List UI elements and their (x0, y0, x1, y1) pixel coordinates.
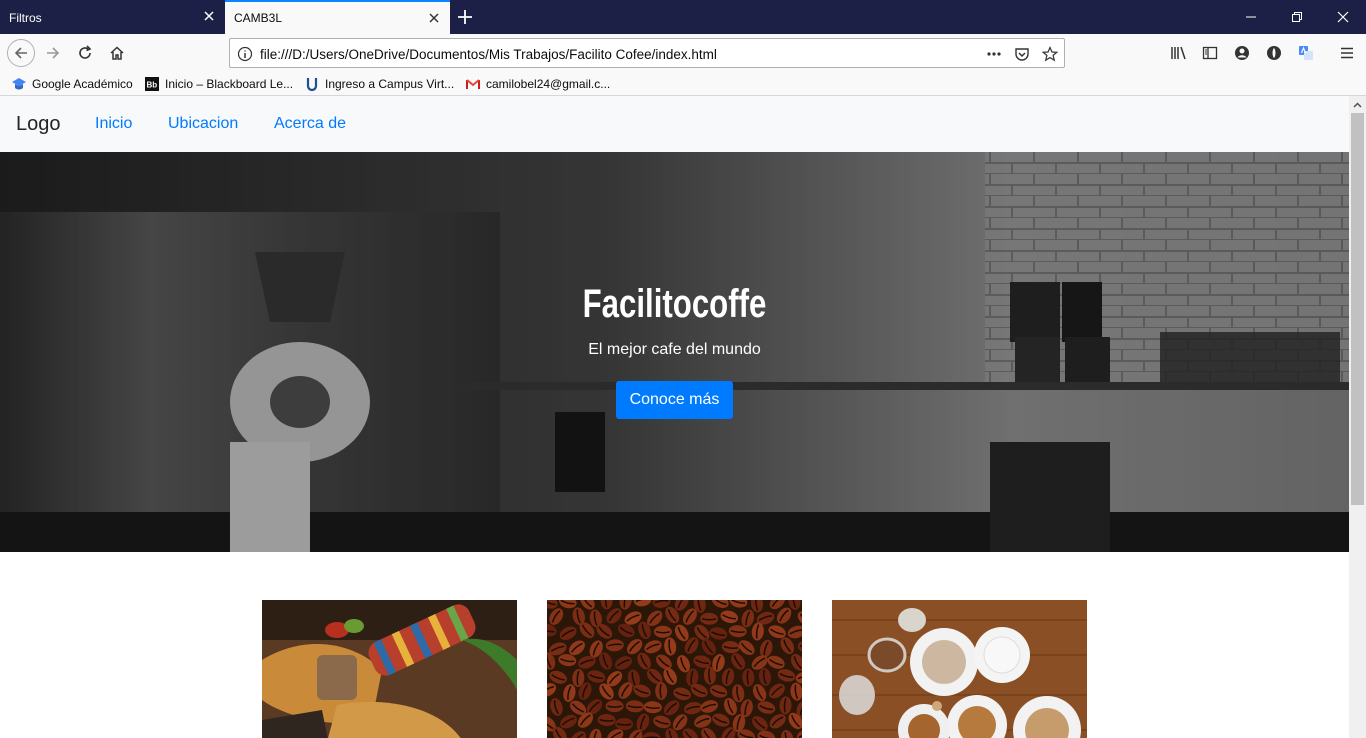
svg-text:Bb: Bb (147, 81, 158, 90)
nav-link-ubicacion[interactable]: Ubicacion (168, 115, 238, 133)
translate-button[interactable] (1293, 40, 1319, 66)
coffee-cups-photo (832, 600, 1087, 738)
scroll-up-button[interactable] (1349, 96, 1366, 113)
account-button[interactable] (1229, 40, 1255, 66)
new-tab-icon[interactable] (455, 7, 475, 27)
account-icon (1235, 46, 1249, 60)
shield-icon (1267, 46, 1281, 60)
url-text[interactable]: file:///D:/Users/OneDrive/Documentos/Mis… (260, 47, 717, 62)
graduation-cap-icon (12, 77, 26, 91)
bookmark-campus-virtual[interactable]: Ingreso a Campus Virt... (305, 76, 454, 92)
hero-banner: Facilitocoffe El mejor cafe del mundo Co… (0, 152, 1349, 552)
blackboard-icon: Bb (145, 77, 159, 91)
tab-strip: Filtros CAMB3L (0, 0, 1366, 34)
close-icon (1337, 11, 1349, 23)
hamburger-menu-icon (1341, 47, 1353, 59)
tab-filtros[interactable]: Filtros (0, 0, 225, 34)
reload-button[interactable] (72, 40, 98, 66)
arrow-left-icon (14, 47, 27, 59)
campus-icon (305, 77, 319, 91)
translate-icon (1299, 46, 1313, 60)
home-icon (110, 46, 124, 60)
site-navbar: Logo Inicio Ubicacion Acerca de (0, 96, 1349, 152)
home-button[interactable] (104, 40, 130, 66)
tab-title: CAMB3L (234, 11, 283, 25)
learn-more-button[interactable]: Conoce más (616, 381, 733, 419)
extension-button[interactable] (1261, 40, 1287, 66)
card-food-image (262, 600, 517, 738)
navigation-toolbar: file:///D:/Users/OneDrive/Documentos/Mis… (0, 34, 1366, 72)
tab-title: Filtros (9, 11, 42, 25)
site-logo[interactable]: Logo (16, 113, 61, 136)
sidebar-button[interactable] (1197, 40, 1223, 66)
close-tab-icon[interactable] (426, 10, 442, 26)
close-tab-icon[interactable] (201, 8, 217, 24)
food-photo (262, 600, 517, 738)
bookmark-label: Ingreso a Campus Virt... (325, 77, 455, 91)
bookmark-label: Google Académico (32, 77, 133, 91)
card-coffee-cups-image (832, 600, 1087, 738)
library-icon (1171, 46, 1186, 60)
hero-subtitle: El mejor cafe del mundo (588, 341, 761, 358)
info-icon[interactable] (236, 45, 254, 63)
nav-link-inicio[interactable]: Inicio (95, 115, 132, 133)
minimize-button[interactable] (1228, 0, 1274, 34)
scrollbar-thumb[interactable] (1351, 113, 1364, 505)
bookmark-label: Inicio – Blackboard Le... (165, 77, 294, 91)
pocket-icon[interactable] (1013, 45, 1031, 63)
page-scrollbar[interactable] (1349, 96, 1366, 738)
back-button[interactable] (7, 39, 35, 67)
forward-button[interactable] (40, 40, 66, 66)
chevron-up-icon (1353, 101, 1362, 108)
close-window-button[interactable] (1320, 0, 1366, 34)
arrow-right-icon (47, 47, 60, 59)
bookmark-gmail[interactable]: camilobel24@gmail.c... (466, 76, 610, 92)
restore-button[interactable] (1274, 0, 1320, 34)
bookmark-blackboard[interactable]: Bb Inicio – Blackboard Le... (145, 76, 293, 92)
tab-camb3l[interactable]: CAMB3L (225, 0, 450, 34)
web-page: Logo Inicio Ubicacion Acerca de Facilito… (0, 96, 1349, 738)
page-actions-icon[interactable] (985, 45, 1003, 63)
card-coffee-beans-image (547, 600, 802, 738)
hero-title: Facilitocoffe (582, 282, 767, 326)
sidebar-icon (1202, 46, 1218, 60)
gmail-icon (466, 77, 480, 91)
bookmark-star-icon[interactable] (1041, 45, 1059, 63)
menu-button[interactable] (1334, 40, 1360, 66)
coffee-beans-photo (547, 600, 802, 738)
bookmarks-toolbar: Google Académico Bb Inicio – Blackboard … (0, 72, 1366, 96)
bookmark-google-academico[interactable]: Google Académico (12, 76, 133, 92)
library-button[interactable] (1166, 40, 1192, 66)
reload-icon (79, 45, 92, 59)
address-bar[interactable]: file:///D:/Users/OneDrive/Documentos/Mis… (229, 38, 1065, 68)
minimize-icon (1246, 16, 1256, 18)
bookmark-label: camilobel24@gmail.c... (486, 77, 611, 91)
restore-icon (1292, 12, 1302, 22)
nav-link-acerca-de[interactable]: Acerca de (274, 115, 346, 133)
